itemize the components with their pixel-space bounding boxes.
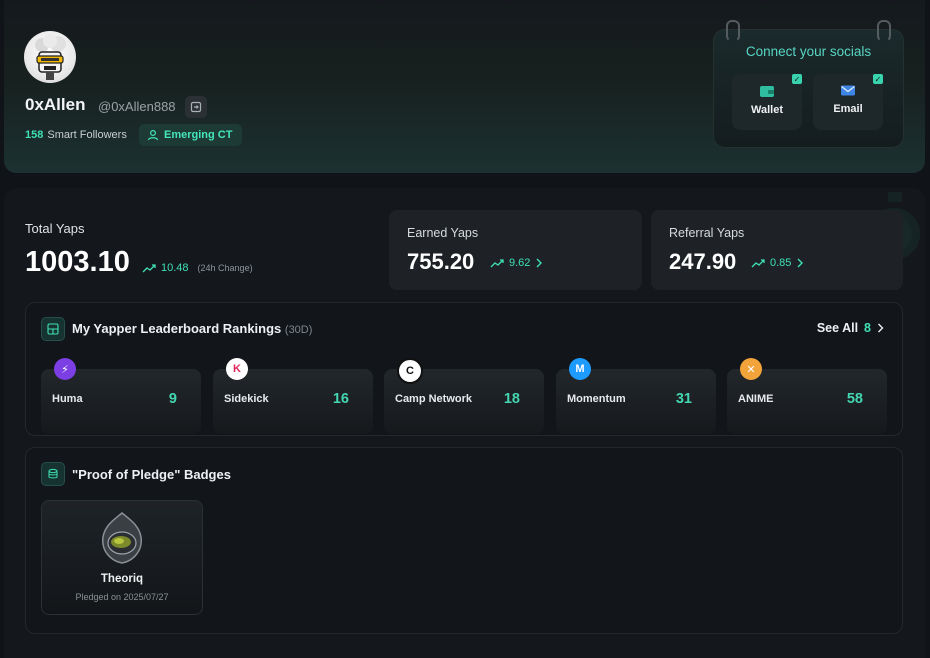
see-all-count: 8 (864, 321, 871, 335)
user-icon (147, 129, 159, 141)
rank-card-sidekick[interactable]: K Sidekick 16 (213, 358, 373, 434)
referral-yaps-value: 247.90 (669, 249, 737, 274)
coin-stack-icon (41, 462, 65, 486)
connect-socials-title: Connect your socials (745, 44, 872, 59)
username: 0xAllen (25, 95, 86, 114)
pledge-badges-section: "Proof of Pledge" Badges Theoriq Pledged… (25, 447, 903, 634)
earned-yaps-change-value: 9.62 (509, 257, 531, 269)
chevron-right-icon (797, 258, 804, 268)
referral-yaps-box[interactable]: Referral Yaps 247.90 0.85 (651, 210, 903, 290)
earned-yaps-label: Earned Yaps (407, 226, 479, 240)
smart-followers-label: Smart Followers (47, 129, 127, 141)
total-yaps-label: Total Yaps (25, 221, 85, 236)
chevron-right-icon (536, 258, 543, 268)
total-yaps-change-note: (24h Change) (197, 263, 253, 273)
anime-logo-icon: ✕ (740, 358, 762, 380)
pledge-badge-date: Pledged on 2025/07/27 (75, 592, 169, 602)
leaderboard-title-text: My Yapper Leaderboard Rankings (72, 321, 282, 336)
rank-name: ANIME (738, 393, 774, 405)
status-badge: Emerging CT (139, 124, 243, 146)
trend-up-icon (490, 259, 504, 268)
total-yaps-change: 10.48 (24h Change) (142, 262, 253, 274)
binder-ring-icon (726, 20, 740, 42)
rank-value: 18 (503, 391, 520, 407)
mail-icon (841, 85, 855, 96)
trend-up-icon (751, 259, 765, 268)
referral-yaps-change: 0.85 (751, 257, 804, 269)
earned-yaps-box[interactable]: Earned Yaps 755.20 9.62 (389, 210, 642, 290)
see-all-label: See All (816, 321, 859, 335)
rank-name: Momentum (567, 393, 626, 405)
momentum-logo-icon: M (569, 358, 591, 380)
binder-ring-icon (877, 20, 891, 42)
rank-value: 31 (675, 391, 692, 407)
total-yaps-change-value: 10.48 (161, 262, 189, 274)
logout-icon (190, 101, 202, 113)
see-all-link[interactable]: See All 8 (817, 321, 884, 335)
referral-yaps-change-value: 0.85 (770, 257, 792, 269)
check-icon: ✓ (873, 74, 883, 84)
earned-yaps-change: 9.62 (490, 257, 543, 269)
status-badge-label: Emerging CT (164, 129, 233, 141)
logout-button[interactable] (185, 96, 207, 118)
wallet-button[interactable]: ✓ Wallet (732, 74, 802, 130)
leaderboard-icon (41, 317, 65, 341)
smart-followers-count: 158 (25, 129, 44, 141)
camp-network-logo-icon: C (397, 358, 423, 384)
rank-card-momentum[interactable]: M Momentum 31 (556, 358, 716, 434)
rank-card-huma[interactable]: ⚡ Huma 9 (41, 358, 201, 434)
sidekick-logo-icon: K (226, 358, 248, 380)
huma-logo-icon: ⚡ (54, 358, 76, 380)
smart-followers: 158 Smart Followers (25, 129, 127, 141)
rank-name: Huma (52, 393, 83, 405)
avatar-robot-icon (35, 34, 66, 80)
rank-value: 16 (332, 391, 349, 407)
trend-up-icon (142, 264, 156, 273)
wallet-icon (760, 86, 774, 97)
chevron-right-icon (878, 323, 884, 333)
rank-name: Sidekick (224, 393, 269, 405)
earned-yaps-value: 755.20 (407, 249, 475, 274)
rank-card-camp-network[interactable]: C Camp Network 18 (384, 358, 544, 434)
email-button[interactable]: ✓ Email (813, 74, 883, 130)
pledge-badges-title: "Proof of Pledge" Badges (72, 467, 231, 482)
pledge-badge-name: Theoriq (100, 573, 144, 585)
pledge-badge-card[interactable]: Theoriq Pledged on 2025/07/27 (41, 500, 203, 615)
connect-socials-panel: Connect your socials ✓ Wallet ✓ Email (713, 20, 904, 148)
leaderboard-title: My Yapper Leaderboard Rankings (30D) (72, 321, 312, 336)
wallet-label: Wallet (751, 104, 783, 116)
avatar[interactable] (24, 31, 76, 83)
user-handle: @0xAllen888 (98, 99, 176, 114)
rank-value: 9 (168, 391, 177, 407)
leaderboard-period: (30D) (284, 324, 313, 336)
email-label: Email (833, 103, 863, 115)
referral-yaps-label: Referral Yaps (669, 226, 745, 240)
leaderboard-section: My Yapper Leaderboard Rankings (30D) See… (25, 302, 903, 436)
rank-card-anime[interactable]: ✕ ANIME 58 (727, 358, 887, 434)
check-icon: ✓ (792, 74, 802, 84)
total-yaps-value: 1003.10 (25, 246, 130, 278)
rank-name: Camp Network (395, 393, 473, 405)
theoriq-badge-icon (102, 512, 142, 564)
rank-value: 58 (846, 391, 863, 407)
